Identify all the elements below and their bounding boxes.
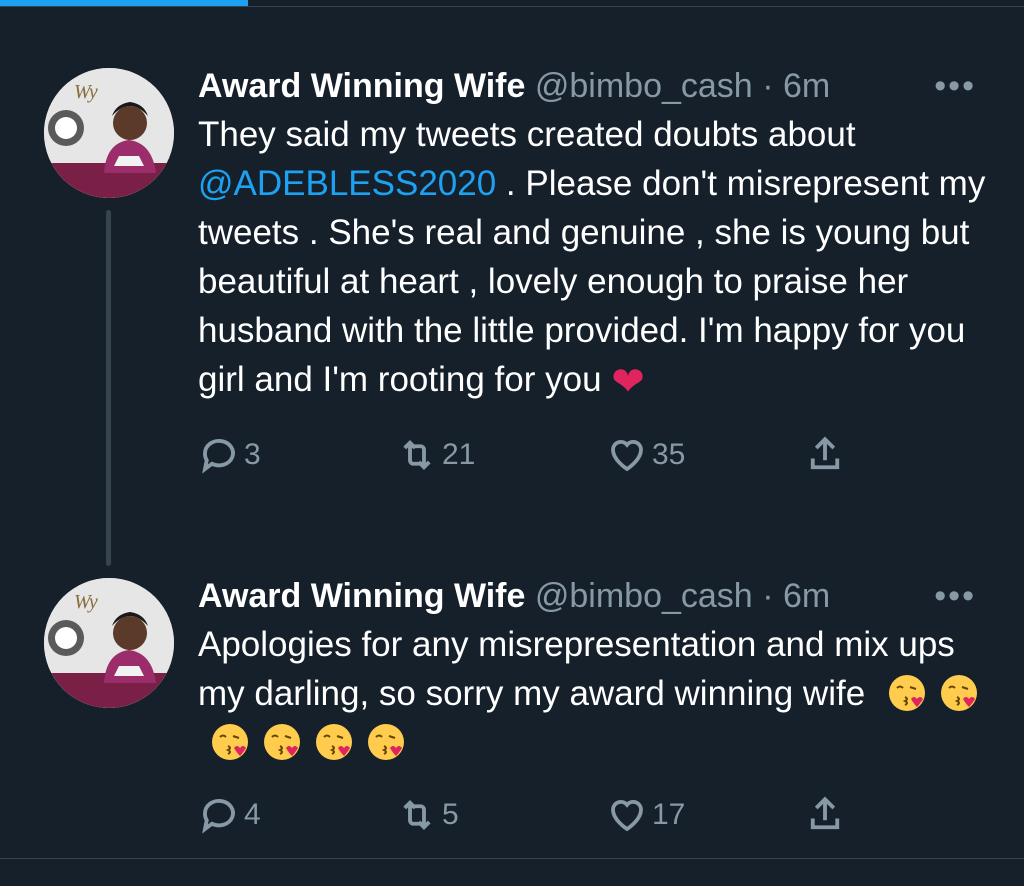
like-count: 35 xyxy=(652,438,686,471)
tweet-text-content: Apologies for any misrepresentation and … xyxy=(198,625,955,713)
tweet-actions: 4 5 17 xyxy=(198,785,994,845)
red-heart-emoji: ❤ xyxy=(611,360,645,404)
share-button[interactable] xyxy=(804,425,846,485)
face-blowing-a-kiss-emoji xyxy=(939,673,979,713)
avatar[interactable]: Wy xyxy=(44,68,174,198)
mention-link[interactable]: @ADEBLESS2020 xyxy=(198,164,496,203)
tweet-header: Award Winning Wife @bimbo_cash · 6m ••• xyxy=(198,66,994,106)
svg-text:Wy: Wy xyxy=(74,81,98,103)
timestamp[interactable]: 6m xyxy=(783,67,830,105)
face-blowing-a-kiss-emoji xyxy=(210,722,250,762)
more-horizontal-icon[interactable]: ••• xyxy=(934,66,976,106)
retweet-button[interactable]: 21 xyxy=(396,425,475,485)
bottom-divider xyxy=(0,858,1024,859)
face-blowing-a-kiss-emoji xyxy=(262,722,302,762)
display-name[interactable]: Award Winning Wife xyxy=(198,577,525,615)
like-button[interactable]: 35 xyxy=(606,425,685,485)
avatar[interactable]: Wy xyxy=(44,578,174,708)
retweet-icon xyxy=(403,440,431,470)
heart-icon xyxy=(611,440,643,472)
tweet-text-start: They said my tweets created doubts about xyxy=(198,115,856,154)
timestamp[interactable]: 6m xyxy=(783,577,830,615)
reply-count: 4 xyxy=(244,798,261,831)
tweet-actions: 3 21 35 xyxy=(198,425,994,485)
reply-button[interactable]: 3 xyxy=(198,425,261,485)
face-blowing-a-kiss-emoji xyxy=(366,722,406,762)
face-blowing-a-kiss-emoji xyxy=(887,673,927,713)
separator-dot: · xyxy=(762,577,774,615)
tweet-header: Award Winning Wife @bimbo_cash · 6m ••• xyxy=(198,576,994,616)
retweet-icon xyxy=(403,800,431,830)
retweet-count: 21 xyxy=(442,438,476,471)
heart-icon xyxy=(611,800,643,832)
share-icon xyxy=(810,436,840,470)
share-icon xyxy=(810,796,840,830)
reply-count: 3 xyxy=(244,438,261,471)
thread-connector-line xyxy=(106,210,111,566)
tweet-text: Apologies for any misrepresentation and … xyxy=(198,620,994,767)
top-divider xyxy=(0,6,1024,7)
reply-icon xyxy=(202,438,235,474)
top-progress-bar xyxy=(0,0,1024,8)
retweet-button[interactable]: 5 xyxy=(396,785,459,845)
separator-dot: · xyxy=(762,67,774,105)
face-blowing-a-kiss-emoji xyxy=(314,722,354,762)
user-handle[interactable]: @bimbo_cash xyxy=(535,67,753,105)
reply-button[interactable]: 4 xyxy=(198,785,261,845)
display-name[interactable]: Award Winning Wife xyxy=(198,67,525,105)
share-button[interactable] xyxy=(804,785,846,845)
tweet-text: They said my tweets created doubts about… xyxy=(198,110,994,407)
like-button[interactable]: 17 xyxy=(606,785,685,845)
more-horizontal-icon[interactable]: ••• xyxy=(934,576,976,616)
reply-icon xyxy=(202,798,235,834)
svg-text:Wy: Wy xyxy=(74,591,98,613)
user-handle[interactable]: @bimbo_cash xyxy=(535,577,753,615)
like-count: 17 xyxy=(652,798,686,831)
retweet-count: 5 xyxy=(442,798,459,831)
